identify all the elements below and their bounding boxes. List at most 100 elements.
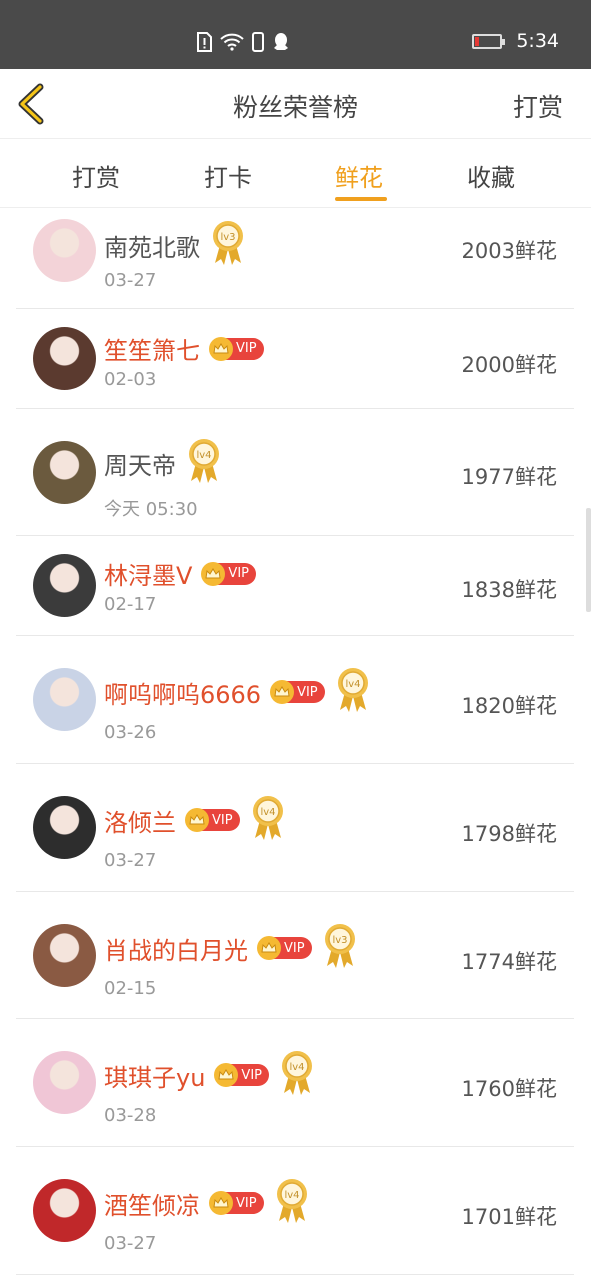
flower-count: 2003鲜花 <box>461 239 557 263</box>
crown-icon <box>214 1063 239 1087</box>
scrollbar[interactable] <box>586 508 591 612</box>
list-item[interactable]: 啊呜啊呜6666 VIP lv4 03-26 1820鲜花 <box>16 636 574 764</box>
fan-name: 洛倾兰 <box>104 808 176 837</box>
avatar[interactable] <box>33 1179 96 1242</box>
fan-date: 03-27 <box>104 270 157 291</box>
vip-badge: VIP <box>201 561 256 586</box>
vip-label: VIP <box>228 566 249 581</box>
level-badge: lv4 <box>250 794 286 846</box>
vip-badge: VIP <box>209 1191 264 1215</box>
avatar[interactable] <box>33 668 96 731</box>
flower-count: 1701鲜花 <box>461 1205 557 1229</box>
qq-icon <box>274 33 288 50</box>
name-line: 啊呜啊呜6666 VIP lv4 <box>104 666 371 718</box>
level-badge: lv3 <box>210 219 246 271</box>
reward-button[interactable]: 打赏 <box>513 88 563 124</box>
fan-name: 周天帝 <box>104 451 176 480</box>
vip-label: VIP <box>212 812 233 828</box>
vip-label: VIP <box>297 684 318 700</box>
fan-date: 03-27 <box>104 850 157 871</box>
fan-name: 林浔墨V <box>104 562 193 590</box>
fan-date: 今天 05:30 <box>104 499 198 520</box>
vip-badge: VIP <box>185 808 240 832</box>
name-line: 笙笙箫七 VIP <box>104 331 264 366</box>
vip-label: VIP <box>236 341 257 356</box>
avatar[interactable] <box>33 219 96 282</box>
avatar[interactable] <box>33 1051 96 1114</box>
avatar[interactable] <box>33 924 96 987</box>
wifi-icon <box>220 33 244 51</box>
flower-count: 1838鲜花 <box>461 578 557 602</box>
list-item[interactable]: 周天帝 lv4 今天 05:30 1977鲜花 <box>16 409 574 536</box>
avatar[interactable] <box>33 441 96 504</box>
battery-icon <box>472 33 506 49</box>
svg-text:lv4: lv4 <box>196 450 211 461</box>
fan-name: 笙笙箫七 <box>104 337 200 365</box>
level-badge: lv4 <box>279 1049 315 1101</box>
page-title: 粉丝荣誉榜 <box>232 93 358 122</box>
name-line: 琪琪子yu VIP lv4 <box>104 1049 315 1101</box>
sim-alert-icon <box>197 32 212 52</box>
vip-label: VIP <box>241 1067 262 1083</box>
fan-date: 02-15 <box>104 978 157 999</box>
name-line: 林浔墨V VIP <box>104 556 256 591</box>
name-line: 酒笙倾凉 VIP lv4 <box>104 1177 310 1229</box>
list-item[interactable]: 笙笙箫七 VIP 02-03 2000鲜花 <box>16 309 574 409</box>
vip-label: VIP <box>236 1195 257 1211</box>
fan-name: 肖战的白月光 <box>104 936 248 965</box>
tab-active-indicator <box>335 197 387 201</box>
crown-icon <box>257 936 281 960</box>
tab-bar: 打赏 打卡 鲜花 收藏 <box>0 140 591 208</box>
fan-name: 南苑北歌 <box>104 233 200 262</box>
crown-icon <box>209 336 233 361</box>
flower-count: 1760鲜花 <box>461 1077 557 1101</box>
name-line: 洛倾兰 VIP lv4 <box>104 794 286 846</box>
flower-count: 1798鲜花 <box>461 822 557 846</box>
phone-icon <box>252 32 264 52</box>
level-badge: lv3 <box>322 922 358 974</box>
tab-checkin[interactable]: 打卡 <box>204 158 252 193</box>
list-item[interactable]: 酒笙倾凉 VIP lv4 03-27 1701鲜花 <box>16 1147 574 1275</box>
fan-date: 03-27 <box>104 1233 157 1254</box>
medal-icon: lv3 <box>324 924 355 968</box>
fan-name: 酒笙倾凉 <box>104 1191 200 1220</box>
medal-icon: lv4 <box>282 1051 312 1095</box>
medal-icon: lv4 <box>337 668 368 712</box>
svg-text:lv4: lv4 <box>345 679 360 690</box>
list-item[interactable]: 琪琪子yu VIP lv4 03-28 1760鲜花 <box>16 1019 574 1147</box>
avatar[interactable] <box>33 796 96 859</box>
medal-icon: lv4 <box>252 796 283 840</box>
list-item[interactable]: 林浔墨V VIP 02-17 1838鲜花 <box>16 536 574 636</box>
list-item[interactable]: 肖战的白月光 VIP lv3 02-15 1774鲜花 <box>16 892 574 1019</box>
medal-icon: lv4 <box>189 439 219 483</box>
name-line: 周天帝 lv4 <box>104 437 222 489</box>
vip-badge: VIP <box>270 680 325 704</box>
medal-icon: lv4 <box>276 1179 307 1223</box>
svg-text:lv4: lv4 <box>260 807 275 818</box>
vip-badge: VIP <box>257 936 312 960</box>
status-right: 5:34 <box>472 30 559 52</box>
clock: 5:34 <box>516 30 559 52</box>
svg-text:lv4: lv4 <box>284 1190 299 1201</box>
avatar[interactable] <box>33 327 96 390</box>
tab-reward[interactable]: 打赏 <box>72 158 120 193</box>
fan-name: 琪琪子yu <box>104 1063 206 1092</box>
svg-text:lv4: lv4 <box>289 1062 304 1073</box>
flower-count: 2000鲜花 <box>461 353 557 377</box>
flower-count: 1820鲜花 <box>461 694 557 718</box>
avatar[interactable] <box>33 554 96 617</box>
crown-icon <box>185 808 209 832</box>
crown-icon <box>201 561 226 586</box>
list-item[interactable]: 洛倾兰 VIP lv4 03-27 1798鲜花 <box>16 764 574 892</box>
status-bar: 5:34 <box>0 0 591 69</box>
tab-flowers[interactable]: 鲜花 <box>335 158 383 193</box>
crown-icon <box>270 680 295 704</box>
medal-icon: lv3 <box>213 221 243 265</box>
list-item[interactable]: 南苑北歌 lv3 03-27 2003鲜花 <box>16 203 574 309</box>
name-line: 南苑北歌 lv3 <box>104 219 246 271</box>
tab-favorites[interactable]: 收藏 <box>467 158 515 193</box>
fan-date: 03-26 <box>104 722 157 743</box>
vip-badge: VIP <box>209 336 264 361</box>
fan-date: 03-28 <box>104 1105 157 1126</box>
vip-badge: VIP <box>214 1063 269 1087</box>
